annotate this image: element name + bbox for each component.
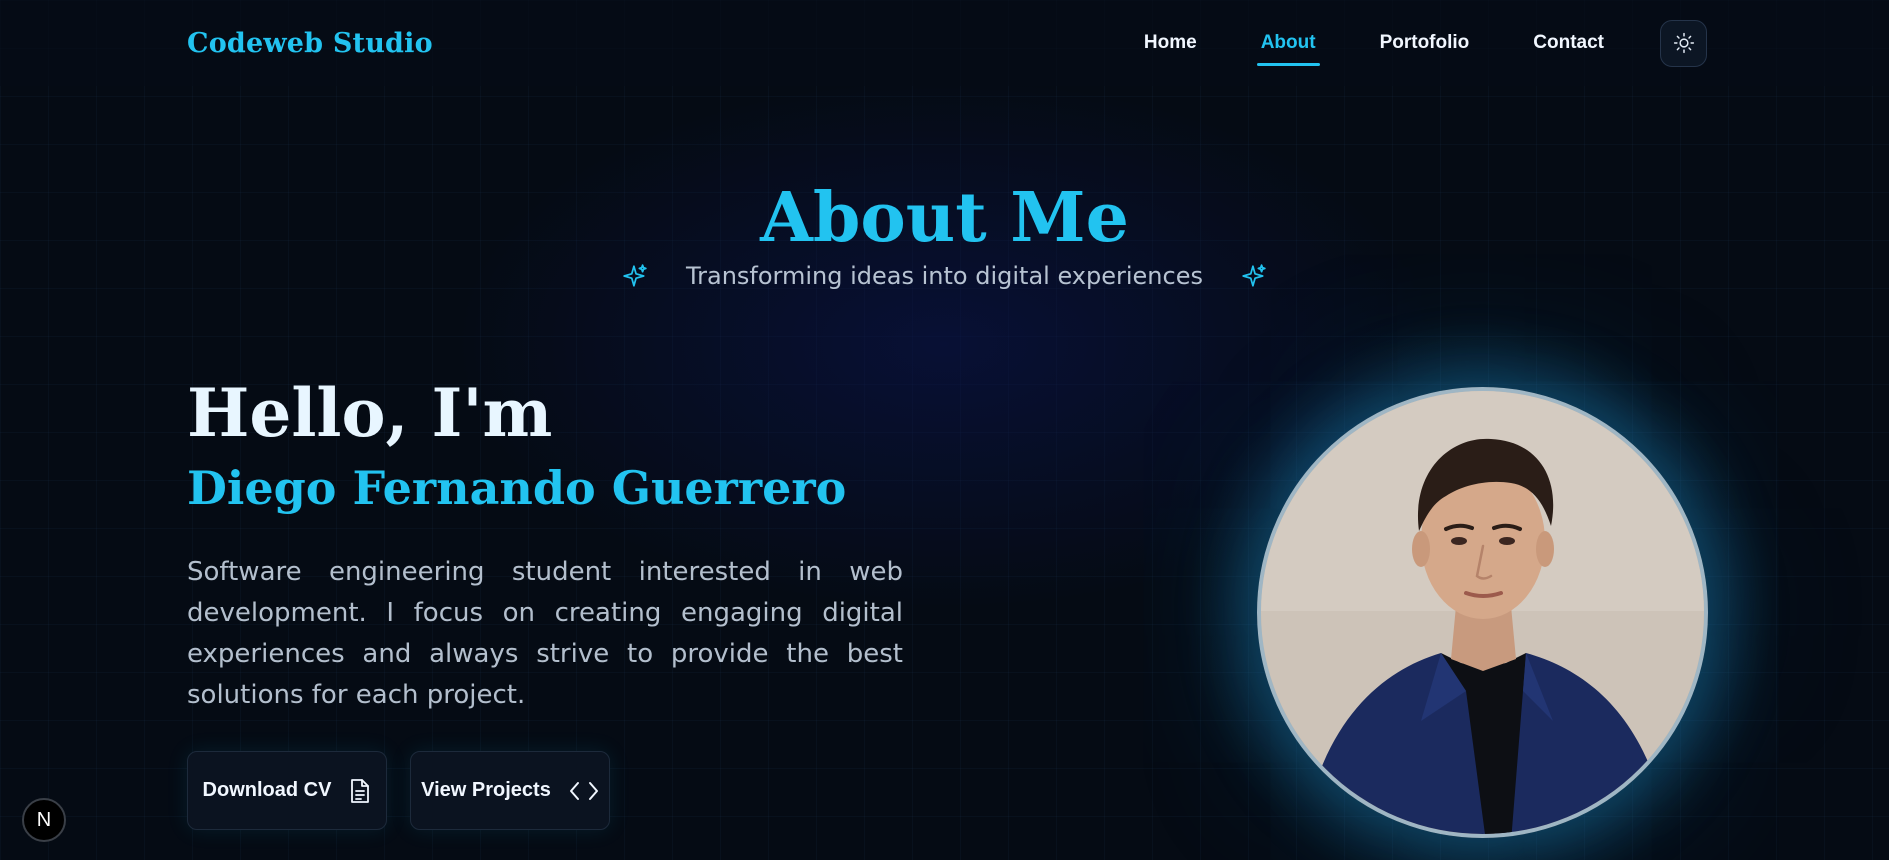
- theme-toggle-button[interactable]: [1660, 19, 1707, 67]
- brand-logo[interactable]: Codeweb Studio: [187, 28, 433, 59]
- nav-link-about[interactable]: About: [1256, 26, 1320, 66]
- navbar: Codeweb Studio Home About Portofolio Con…: [0, 0, 1889, 86]
- section-subtitle: Transforming ideas into digital experien…: [686, 262, 1203, 290]
- person-portrait-icon: [1261, 391, 1704, 834]
- document-icon: [351, 778, 370, 803]
- nav-links: Home About Portofolio Contact: [1084, 19, 1707, 67]
- sun-icon: [1673, 32, 1694, 54]
- download-cv-button[interactable]: Download CV: [187, 751, 387, 830]
- sparkle-icon: [623, 264, 647, 287]
- hero-name: Diego Fernando Guerrero: [187, 461, 847, 515]
- profile-photo: [1257, 387, 1708, 838]
- sparkle-icon: [1242, 264, 1266, 287]
- nav-link-home[interactable]: Home: [1140, 26, 1201, 60]
- nextjs-badge[interactable]: N: [22, 798, 66, 842]
- nav-link-portofolio[interactable]: Portofolio: [1376, 26, 1474, 60]
- nav-link-contact[interactable]: Contact: [1529, 26, 1608, 60]
- subtitle-row: Transforming ideas into digital experien…: [0, 262, 1889, 290]
- section-title: About Me: [760, 178, 1129, 258]
- code-brackets-icon: [569, 781, 598, 800]
- view-projects-label: View Projects: [421, 779, 551, 801]
- view-projects-button[interactable]: View Projects: [410, 751, 610, 830]
- download-cv-label: Download CV: [202, 779, 332, 801]
- hero-greeting: Hello, I'm: [187, 374, 553, 452]
- hero-bio: Software engineering student interested …: [187, 557, 903, 710]
